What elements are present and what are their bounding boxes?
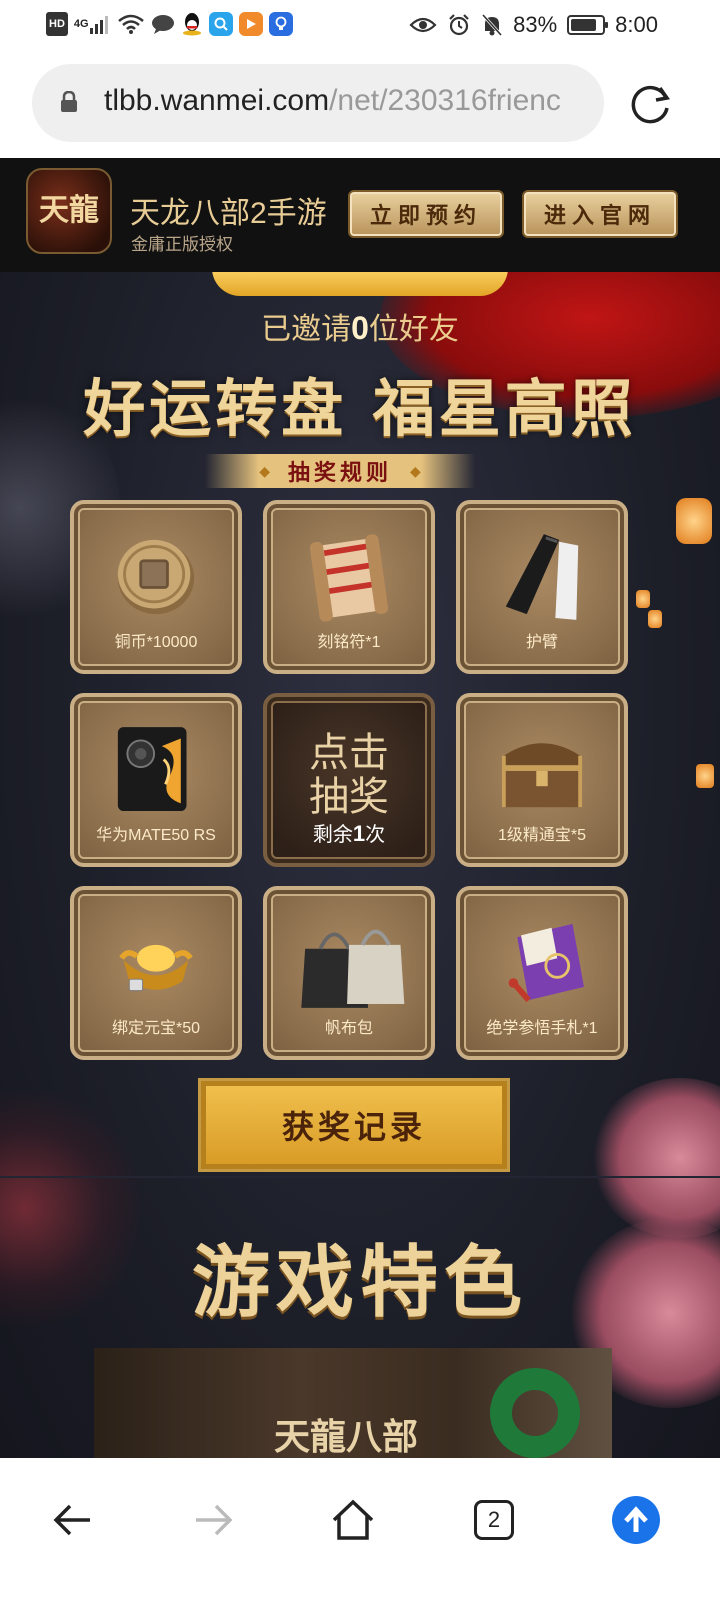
forward-button[interactable] xyxy=(186,1492,242,1548)
lottery-title: 好运转盘 福星高照 xyxy=(83,372,637,445)
prize-label: 护臂 xyxy=(525,634,558,651)
prize-cell-chest: 1级精通宝*5 xyxy=(456,693,628,867)
prize-cell-armsleeve: 护臂 xyxy=(456,500,628,674)
draw-title: 点击 抽奖 xyxy=(267,731,431,819)
arm-sleeves-icon xyxy=(505,534,579,620)
app-download-banner: 天龍 天龙八部2手游 金庸正版授权 立即预约 进入官网 xyxy=(0,158,720,272)
diamond-icon: ◆ xyxy=(259,462,270,479)
remaining-draws: 剩余1次 xyxy=(267,818,431,847)
features-banner-image: 天龍八部 xyxy=(94,1348,612,1458)
features-banner-logo: 天龍八部 xyxy=(274,1416,419,1458)
prize-record-button[interactable]: 获奖记录 xyxy=(198,1078,510,1172)
address-bar[interactable]: tlbb.wanmei.com/net/230316frienc xyxy=(32,64,604,142)
prize-cell-ingot: 绑定元宝*50 xyxy=(70,886,242,1060)
prize-cell-talisman: 刻铭符*1 xyxy=(263,500,435,674)
back-arrow-icon xyxy=(53,1504,90,1536)
search-app-icon xyxy=(208,12,233,36)
diamond-icon: ◆ xyxy=(410,462,421,479)
invited-prefix: 已邀请 xyxy=(261,313,352,346)
sky-lantern-decoration xyxy=(648,610,662,628)
reserve-button[interactable]: 立即预约 xyxy=(348,190,504,238)
remaining-suffix: 次 xyxy=(365,824,386,846)
section-divider xyxy=(0,1176,720,1178)
home-icon xyxy=(332,1499,374,1540)
battery-level-fill xyxy=(571,19,597,31)
sky-lantern-decoration xyxy=(676,498,712,544)
prize-label: 刻铭符*1 xyxy=(317,634,381,651)
scroll-talisman-icon xyxy=(309,534,389,622)
features-title: 游戏特色 xyxy=(191,1237,528,1328)
remaining-prefix: 剩余 xyxy=(312,824,353,846)
invited-count: 已邀请0位好友 xyxy=(0,304,720,348)
prize-label: 1级精通宝*5 xyxy=(497,827,587,844)
app-subtitle: 金庸正版授权 xyxy=(131,235,233,254)
eye-icon xyxy=(409,13,437,37)
lottery-grid: 铜币*10000 刻铭符*1 护臂 华为MATE50 RS 点击抽奖 剩余1次 xyxy=(70,500,640,1070)
prize-cell-coin: 铜币*10000 xyxy=(70,500,242,674)
sky-lantern-decoration xyxy=(696,764,714,788)
bulb-app-icon xyxy=(268,12,293,36)
draw-line-2: 抽奖 xyxy=(309,774,389,820)
status-bar: HD 4G 83% 8:00 xyxy=(0,0,720,50)
tabs-button[interactable]: 2 xyxy=(466,1492,522,1548)
signal-4g-icon: 4G xyxy=(74,12,111,36)
invited-suffix: 位好友 xyxy=(368,313,459,346)
game-logo-text: 天龍 xyxy=(39,193,99,228)
rules-label: 抽奖规则 xyxy=(287,460,392,486)
battery-percent: 83% xyxy=(513,12,558,37)
remaining-count: 1 xyxy=(352,821,366,846)
draw-button[interactable]: 点击 抽奖 剩余1次 xyxy=(263,693,435,867)
network-type-label: 4G xyxy=(73,18,89,30)
prize-label: 华为MATE50 RS xyxy=(96,827,216,844)
tab-count: 2 xyxy=(474,1500,514,1540)
browser-toolbar: tlbb.wanmei.com/net/230316frienc xyxy=(0,50,720,158)
web-content: 天龍 天龙八部2手游 金庸正版授权 立即预约 进入官网 已邀请0位好友 好运转盘… xyxy=(0,158,720,1458)
phone-icon xyxy=(117,727,187,811)
official-site-button[interactable]: 进入官网 xyxy=(522,190,678,238)
prize-label: 帆布包 xyxy=(324,1020,373,1037)
clock: 8:00 xyxy=(615,12,658,37)
arrow-up-circle-icon xyxy=(612,1496,660,1544)
prize-label: 绑定元宝*50 xyxy=(111,1020,201,1037)
prize-label: 绝学参悟手札*1 xyxy=(486,1020,598,1037)
prize-label: 铜币*10000 xyxy=(114,634,198,651)
reload-icon[interactable] xyxy=(626,80,674,128)
forward-arrow-icon xyxy=(196,1504,233,1536)
copper-coin-icon xyxy=(117,539,195,615)
battery-icon xyxy=(567,15,609,35)
qq-icon xyxy=(181,12,203,36)
tote-bag-icon xyxy=(301,929,405,1008)
back-button[interactable] xyxy=(44,1492,100,1548)
hd-icon: HD xyxy=(46,12,68,36)
gold-ingot-icon xyxy=(119,944,193,992)
prize-cell-phone: 华为MATE50 RS xyxy=(70,693,242,867)
wifi-icon xyxy=(117,12,145,36)
url-text[interactable]: tlbb.wanmei.com/net/230316frienc xyxy=(104,84,561,118)
chat-icon xyxy=(151,12,175,36)
cherry-blossom-decoration xyxy=(590,1078,720,1238)
treasure-chest-icon xyxy=(501,743,583,808)
url-domain: tlbb.wanmei.com xyxy=(104,84,330,117)
home-button[interactable] xyxy=(325,1492,381,1548)
browser-bottom-nav: 2 xyxy=(0,1458,720,1600)
alarm-icon xyxy=(447,13,471,37)
prize-cell-manual: 绝学参悟手札*1 xyxy=(456,886,628,1060)
lock-icon xyxy=(61,91,77,112)
invited-number: 0 xyxy=(351,310,369,346)
app-name: 天龙八部2手游 xyxy=(130,197,327,230)
jade-pendant-decoration xyxy=(490,1368,580,1458)
lottery-rules-link[interactable]: ◆ 抽奖规则 ◆ xyxy=(205,454,475,488)
game-logo[interactable]: 天龍 xyxy=(26,168,112,254)
video-app-icon xyxy=(238,12,263,36)
url-path: /net/230316frienc xyxy=(329,84,561,117)
prize-record-label: 获奖记录 xyxy=(281,1108,426,1146)
scroll-top-button[interactable] xyxy=(608,1492,664,1548)
prize-cell-bag: 帆布包 xyxy=(263,886,435,1060)
manual-book-icon xyxy=(508,923,584,1003)
mute-bell-icon xyxy=(481,13,503,37)
draw-line-1: 点击 xyxy=(309,730,389,776)
